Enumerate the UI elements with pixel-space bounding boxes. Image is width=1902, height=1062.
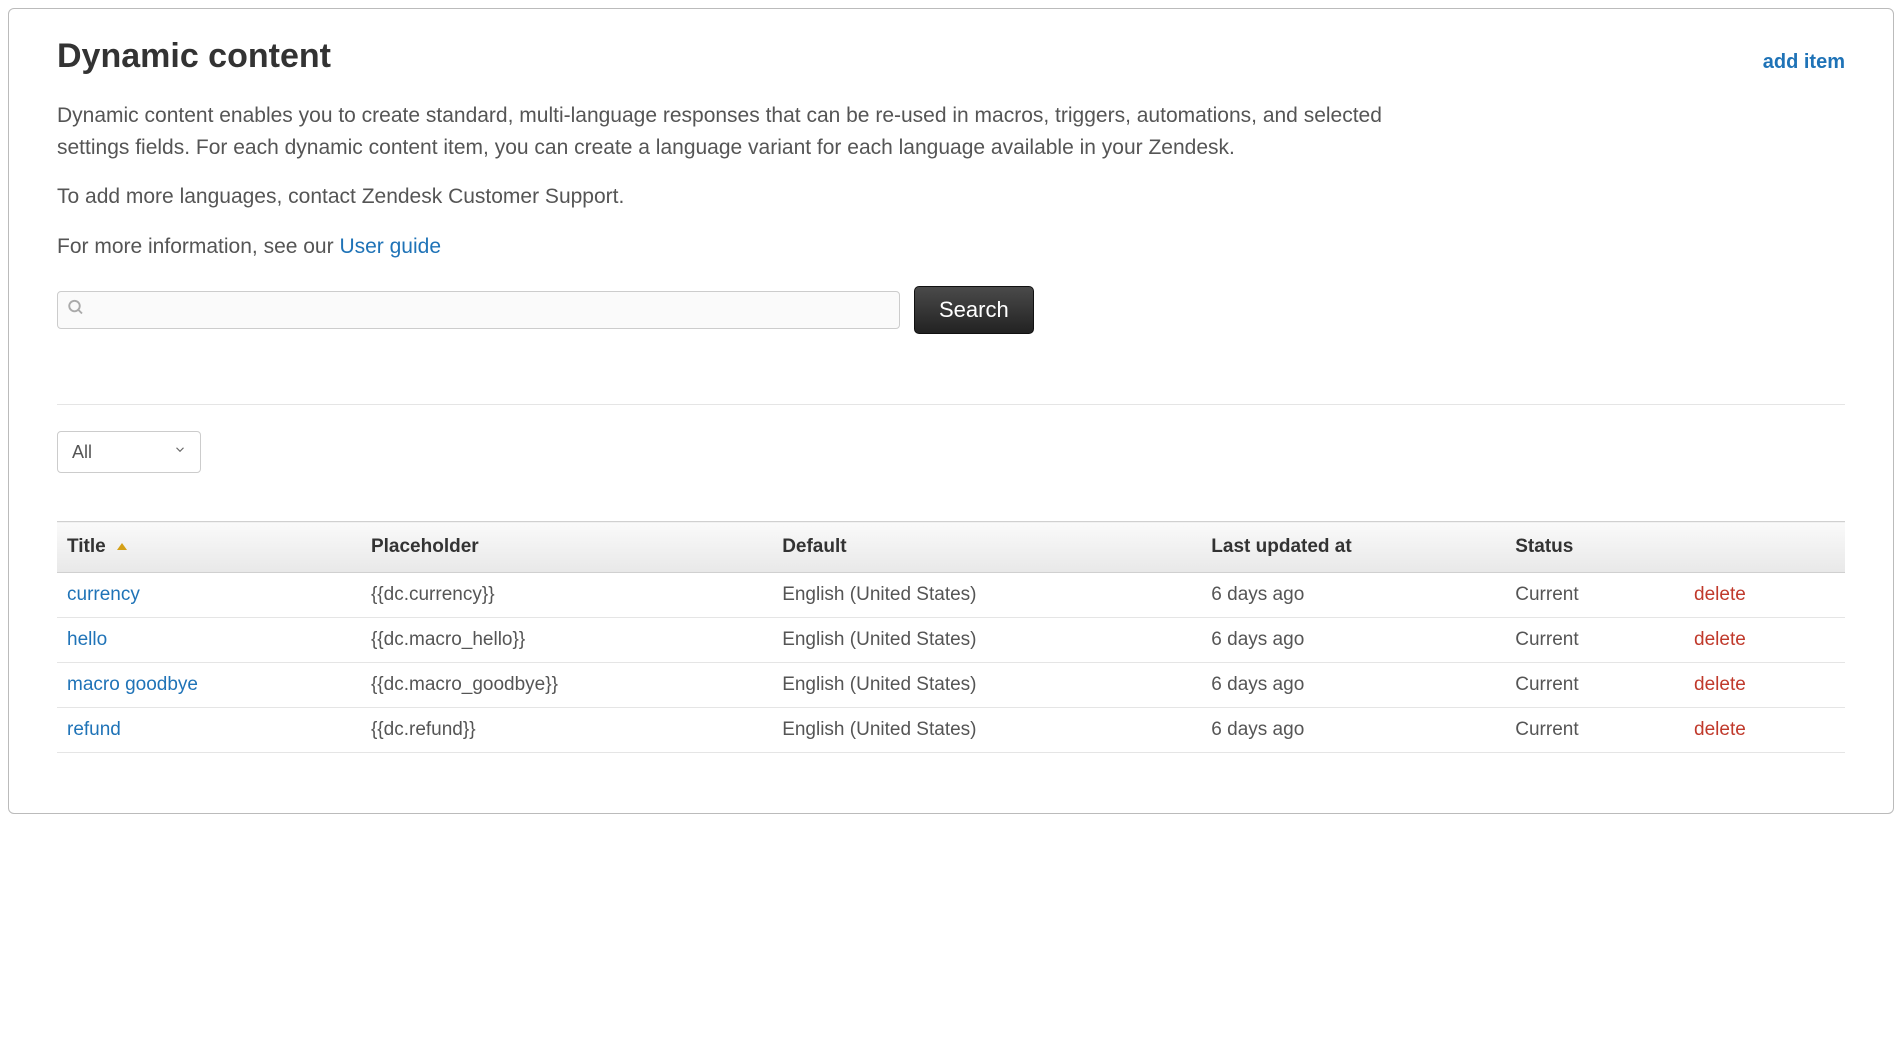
description-para-3-prefix: For more information, see our <box>57 235 339 258</box>
search-row: Search <box>57 286 1845 334</box>
th-placeholder[interactable]: Placeholder <box>361 522 772 573</box>
th-title-label: Title <box>67 536 106 557</box>
row-title-link[interactable]: currency <box>67 584 140 605</box>
description-para-2: To add more languages, contact Zendesk C… <box>57 181 1397 213</box>
th-last-updated[interactable]: Last updated at <box>1201 522 1505 573</box>
row-last-updated: 6 days ago <box>1201 618 1505 663</box>
table-row: currency {{dc.currency}}English (United S… <box>57 573 1845 618</box>
user-guide-link[interactable]: User guide <box>339 235 441 258</box>
row-default: English (United States) <box>772 663 1201 708</box>
row-placeholder: {{dc.refund}} <box>361 708 772 753</box>
description-para-3: For more information, see our User guide <box>57 231 1397 263</box>
search-input-wrapper <box>57 291 900 329</box>
row-status: Current <box>1505 663 1684 708</box>
row-placeholder: {{dc.macro_goodbye}} <box>361 663 772 708</box>
header-row: Dynamic content add item <box>57 37 1845 76</box>
table-row: hello {{dc.macro_hello}}English (United S… <box>57 618 1845 663</box>
dynamic-content-table: Title Placeholder Default Last updated a… <box>57 521 1845 753</box>
description-para-1: Dynamic content enables you to create st… <box>57 100 1397 163</box>
row-last-updated: 6 days ago <box>1201 573 1505 618</box>
delete-link[interactable]: delete <box>1694 719 1746 740</box>
table-row: macro goodbye {{dc.macro_goodbye}}English… <box>57 663 1845 708</box>
th-actions <box>1684 522 1845 573</box>
row-title-link[interactable]: hello <box>67 629 107 650</box>
row-status: Current <box>1505 708 1684 753</box>
add-item-link[interactable]: add item <box>1763 51 1845 74</box>
page-title: Dynamic content <box>57 37 331 76</box>
th-status[interactable]: Status <box>1505 522 1684 573</box>
row-placeholder: {{dc.currency}} <box>361 573 772 618</box>
row-title-link[interactable]: macro goodbye <box>67 674 198 695</box>
row-placeholder: {{dc.macro_hello}} <box>361 618 772 663</box>
search-input[interactable] <box>57 291 900 329</box>
row-title-link[interactable]: refund <box>67 719 121 740</box>
filter-select[interactable]: All <box>57 431 201 473</box>
row-status: Current <box>1505 618 1684 663</box>
filter-select-wrapper: All <box>57 431 201 473</box>
delete-link[interactable]: delete <box>1694 584 1746 605</box>
row-last-updated: 6 days ago <box>1201 708 1505 753</box>
table-row: refund {{dc.refund}}English (United State… <box>57 708 1845 753</box>
th-default[interactable]: Default <box>772 522 1201 573</box>
page-container: Dynamic content add item Dynamic content… <box>8 8 1894 814</box>
row-status: Current <box>1505 573 1684 618</box>
search-button[interactable]: Search <box>914 286 1034 334</box>
th-title[interactable]: Title <box>57 522 361 573</box>
row-default: English (United States) <box>772 618 1201 663</box>
row-default: English (United States) <box>772 708 1201 753</box>
row-default: English (United States) <box>772 573 1201 618</box>
row-last-updated: 6 days ago <box>1201 663 1505 708</box>
section-divider <box>57 404 1845 405</box>
delete-link[interactable]: delete <box>1694 629 1746 650</box>
sort-asc-icon <box>117 543 127 550</box>
delete-link[interactable]: delete <box>1694 674 1746 695</box>
table-header-row: Title Placeholder Default Last updated a… <box>57 522 1845 573</box>
